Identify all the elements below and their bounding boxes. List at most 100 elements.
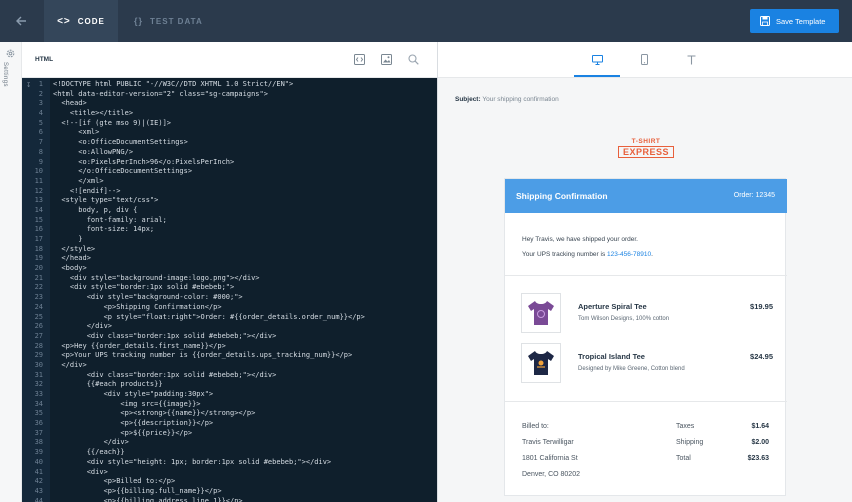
- line-number: 10: [34, 167, 43, 176]
- code-text: <p>Shipping Confirmation</p>: [53, 302, 222, 311]
- tab-test-data[interactable]: {} TEST DATA: [124, 0, 206, 42]
- line-number: 6: [38, 128, 43, 137]
- code-line: 37 <p>${{price}}</p>: [22, 429, 437, 439]
- code-brackets-icon: <>: [57, 15, 71, 27]
- code-text: </div>: [53, 438, 129, 447]
- line-number: 34: [34, 399, 43, 408]
- logo-bottom-text: EXPRESS: [618, 146, 674, 158]
- billed-to-label: Billed to:: [522, 423, 549, 430]
- save-icon: [760, 16, 770, 26]
- line-number: 39: [34, 448, 43, 457]
- divider: [505, 275, 787, 276]
- image-icon[interactable]: [381, 54, 392, 65]
- code-line: 17 }: [22, 235, 437, 245]
- line-number: 11: [34, 176, 43, 185]
- line-number: 16: [34, 225, 43, 234]
- product-description: Tom Wilson Designs, 100% cotton: [578, 316, 670, 322]
- line-number: 38: [34, 438, 43, 447]
- code-text: <title></title>: [53, 109, 134, 118]
- code-line: 6 <xml>: [22, 128, 437, 138]
- line-number: 23: [34, 293, 43, 302]
- line-number: 33: [34, 390, 43, 398]
- code-editor[interactable]: ↧ 1 <!DOCTYPE html PUBLIC "-//W3C//DTD XH…: [22, 78, 437, 502]
- search-icon[interactable]: [408, 54, 419, 65]
- code-text: </head>: [53, 254, 91, 263]
- back-button[interactable]: [0, 0, 42, 42]
- totals-row-taxes: Taxes $1.64: [676, 419, 769, 435]
- save-template-button[interactable]: Save Template: [750, 9, 839, 33]
- line-number: 42: [34, 477, 43, 486]
- settings-panel-toggle[interactable]: [0, 42, 22, 502]
- code-line: 1 <!DOCTYPE html PUBLIC "-//W3C//DTD XHTM…: [22, 80, 437, 90]
- tracking-number-link[interactable]: 123-456-78910: [607, 251, 651, 258]
- code-line: 35 <p><strong>{{name}}</strong></p>: [22, 409, 437, 419]
- billing-name: Travis Terwilligar: [522, 439, 574, 446]
- totals-value: $1.64: [751, 423, 769, 430]
- code-text: <![endif]-->: [53, 186, 121, 195]
- code-line: 43 <p>{{billing.full_name}}</p>: [22, 487, 437, 497]
- code-line: 12 <![endif]-->: [22, 187, 437, 197]
- code-text: <o:OfficeDocumentSettings>: [53, 138, 188, 147]
- editor-language-label: HTML: [35, 56, 54, 63]
- code-line: 5 <!--[if (gte mso 9)|(IE)]>: [22, 119, 437, 129]
- product-name: Tropical Island Tee: [578, 352, 645, 361]
- code-line: 16 font-size: 14px;: [22, 225, 437, 235]
- arrow-left-icon: [16, 16, 26, 26]
- line-number: 43: [34, 486, 43, 495]
- line-number: 26: [34, 322, 43, 331]
- code-text: <o:AllowPNG/>: [53, 147, 134, 156]
- code-text: <style type="text/css">: [53, 196, 159, 205]
- billing-address-line-2: Denver, CO 80202: [522, 471, 580, 478]
- line-number: 20: [34, 264, 43, 273]
- code-line: 24 <p>Shipping Confirmation</p>: [22, 303, 437, 313]
- code-line: 44 <p>{{billing.address_line_1}}</p>: [22, 497, 437, 502]
- email-card: Shipping Confirmation Order: 12345 Hey T…: [504, 178, 787, 496]
- code-text: }: [53, 235, 83, 243]
- code-text: </xml>: [53, 176, 104, 185]
- order-totals: Taxes $1.64 Shipping $2.00 Total $23.63: [676, 419, 769, 467]
- code-text: <div style="background-color: #000;">: [53, 293, 243, 302]
- code-line: 18 </style>: [22, 245, 437, 255]
- tracking-prefix: Your UPS tracking number is: [522, 251, 608, 258]
- line-number: 2: [38, 89, 43, 98]
- totals-label: Shipping: [676, 439, 704, 446]
- code-line: 15 font-family: arial;: [22, 216, 437, 226]
- desktop-icon[interactable]: [592, 55, 603, 65]
- line-number: 5: [38, 118, 43, 127]
- code-line: 13 <style type="text/css">: [22, 196, 437, 206]
- subject-value: Your shipping confirmation: [482, 96, 559, 103]
- code-text: <p>Billed to:</p>: [53, 477, 176, 486]
- code-line: 10 </o:OfficeDocumentSettings>: [22, 167, 437, 177]
- tab-code[interactable]: <> CODE: [44, 0, 118, 42]
- code-text: <body>: [53, 264, 87, 273]
- line-number: 9: [38, 157, 43, 166]
- line-number: 19: [34, 254, 43, 263]
- code-text: <p>${{price}}</p>: [53, 428, 193, 437]
- code-text: <p style="float:right">Order: #{{order_d…: [53, 312, 365, 321]
- code-text: <p>Your UPS tracking number is {{order_d…: [53, 351, 353, 360]
- shipping-confirmation-title: Shipping Confirmation: [516, 191, 608, 201]
- code-line: 23 <div style="background-color: #000;">: [22, 293, 437, 303]
- line-number: 7: [38, 138, 43, 147]
- product-name: Aperture Spiral Tee: [578, 302, 647, 311]
- code-view-icon[interactable]: [354, 54, 365, 65]
- save-template-label: Save Template: [776, 16, 826, 26]
- code-text: <!DOCTYPE html PUBLIC "-//W3C//DTD XHTML…: [53, 80, 294, 88]
- product-image: [521, 343, 561, 383]
- plain-text-icon[interactable]: [687, 55, 696, 65]
- code-line: 34 <img src={{image}}>: [22, 400, 437, 410]
- line-number: 37: [34, 428, 43, 437]
- code-line: 8 <o:AllowPNG/>: [22, 148, 437, 158]
- line-number: 18: [34, 244, 43, 253]
- mobile-icon[interactable]: [641, 54, 648, 65]
- editor-header: HTML: [22, 42, 437, 78]
- code-line: 33 <div style="padding:30px">: [22, 390, 437, 400]
- line-number: 41: [34, 467, 43, 476]
- code-text: </style>: [53, 244, 96, 253]
- code-text: <div class="border:1px solid #ebebeb;"><…: [53, 331, 277, 340]
- code-line: 22 <div style="border:1px solid #ebebeb;…: [22, 283, 437, 293]
- code-text: <!--[if (gte mso 9)|(IE)]>: [53, 118, 172, 127]
- code-text: <xml>: [53, 128, 100, 137]
- gear-icon[interactable]: [5, 48, 16, 59]
- code-line: 27 <div class="border:1px solid #ebebeb;…: [22, 332, 437, 342]
